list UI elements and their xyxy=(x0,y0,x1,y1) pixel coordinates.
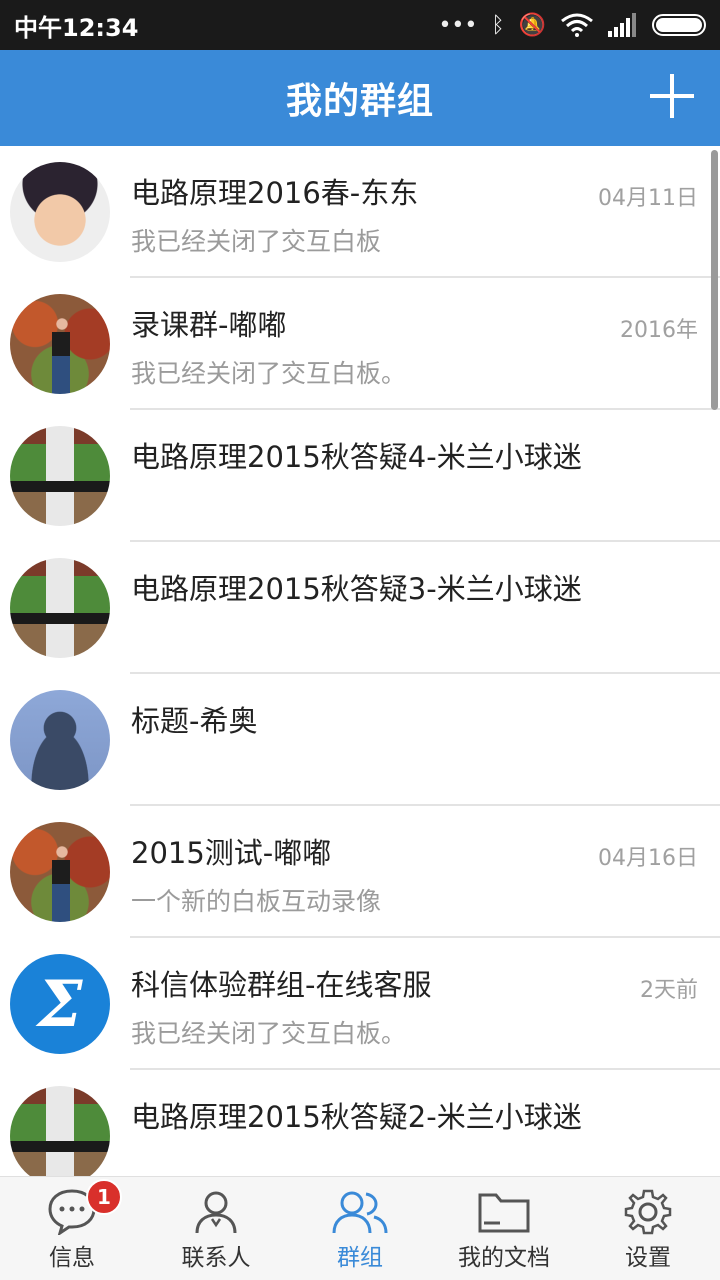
group-row[interactable]: 电路原理2015秋答疑2-米兰小球迷 xyxy=(0,1070,720,1176)
tab-documents[interactable]: 我的文档 xyxy=(432,1177,576,1280)
status-icons: ••• ᛒ 🔕 xyxy=(438,13,706,38)
group-name: 2015测试-嘟嘟 xyxy=(131,836,332,870)
group-row[interactable]: Σ 科信体验群组-在线客服 我已经关闭了交互白板。 2天前 xyxy=(0,938,720,1070)
tab-label: 设置 xyxy=(625,1245,671,1271)
tab-label: 群组 xyxy=(337,1245,383,1271)
gear-icon xyxy=(624,1189,672,1235)
group-date: 04月16日 xyxy=(598,846,698,871)
group-row[interactable]: 标题-希奥 xyxy=(0,674,720,806)
app-bar: 我的群组 xyxy=(0,50,720,146)
avatar xyxy=(10,558,110,658)
bottom-tab-bar: 1 信息 联系人 群组 我的文档 设置 xyxy=(0,1176,720,1280)
avatar xyxy=(10,690,110,790)
folder-icon xyxy=(478,1193,530,1233)
tab-label: 信息 xyxy=(49,1245,95,1271)
mute-bell-icon: 🔕 xyxy=(518,12,546,38)
group-icon xyxy=(332,1191,388,1234)
status-time: 中午12:34 xyxy=(14,13,139,42)
sigma-logo-icon: Σ xyxy=(37,966,83,1042)
avatar xyxy=(10,294,110,394)
group-last-message: 我已经关闭了交互白板。 xyxy=(131,359,407,388)
tab-label: 联系人 xyxy=(181,1245,251,1271)
wifi-icon xyxy=(561,13,593,37)
scrollbar[interactable] xyxy=(711,150,718,410)
battery-icon xyxy=(652,14,706,36)
group-row[interactable]: 电路原理2016春-东东 我已经关闭了交互白板 04月11日 xyxy=(0,146,720,278)
status-bar: 中午12:34 ••• ᛒ 🔕 xyxy=(0,0,720,50)
group-last-message: 我已经关闭了交互白板 xyxy=(131,227,382,256)
group-name: 标题-希奥 xyxy=(131,704,258,738)
more-dots-icon: ••• xyxy=(438,12,478,38)
avatar xyxy=(10,1086,110,1176)
group-name: 电路原理2015秋答疑3-米兰小球迷 xyxy=(131,572,582,606)
add-group-button[interactable] xyxy=(650,74,694,118)
tab-contacts[interactable]: 联系人 xyxy=(144,1177,288,1280)
bluetooth-icon: ᛒ xyxy=(491,12,505,38)
group-name: 科信体验群组-在线客服 xyxy=(131,968,432,1002)
avatar xyxy=(10,822,110,922)
group-date: 04月11日 xyxy=(598,186,698,211)
group-row[interactable]: 电路原理2015秋答疑4-米兰小球迷 xyxy=(0,410,720,542)
avatar: Σ xyxy=(10,954,110,1054)
group-row[interactable]: 2015测试-嘟嘟 一个新的白板互动录像 04月16日 xyxy=(0,806,720,938)
tab-groups[interactable]: 群组 xyxy=(288,1177,432,1280)
group-name: 录课群-嘟嘟 xyxy=(131,308,287,342)
avatar xyxy=(10,162,110,262)
contact-icon xyxy=(195,1191,237,1234)
avatar xyxy=(10,426,110,526)
group-name: 电路原理2016春-东东 xyxy=(131,176,419,210)
tab-messages[interactable]: 1 信息 xyxy=(0,1177,144,1280)
group-row[interactable]: 电路原理2015秋答疑3-米兰小球迷 xyxy=(0,542,720,674)
unread-badge: 1 xyxy=(86,1179,122,1215)
group-list: 电路原理2016春-东东 我已经关闭了交互白板 04月11日 录课群-嘟嘟 我已… xyxy=(0,146,720,1176)
group-name: 电路原理2015秋答疑2-米兰小球迷 xyxy=(131,1100,582,1134)
group-date: 2016年 xyxy=(620,318,698,343)
tab-settings[interactable]: 设置 xyxy=(576,1177,720,1280)
group-name: 电路原理2015秋答疑4-米兰小球迷 xyxy=(131,440,582,474)
tab-label: 我的文档 xyxy=(458,1245,550,1271)
group-row[interactable]: 录课群-嘟嘟 我已经关闭了交互白板。 2016年 xyxy=(0,278,720,410)
group-date: 2天前 xyxy=(640,978,698,1003)
signal-icon xyxy=(608,13,636,37)
group-last-message: 一个新的白板互动录像 xyxy=(131,887,382,916)
page-title: 我的群组 xyxy=(285,81,434,122)
group-last-message: 我已经关闭了交互白板。 xyxy=(131,1019,407,1048)
